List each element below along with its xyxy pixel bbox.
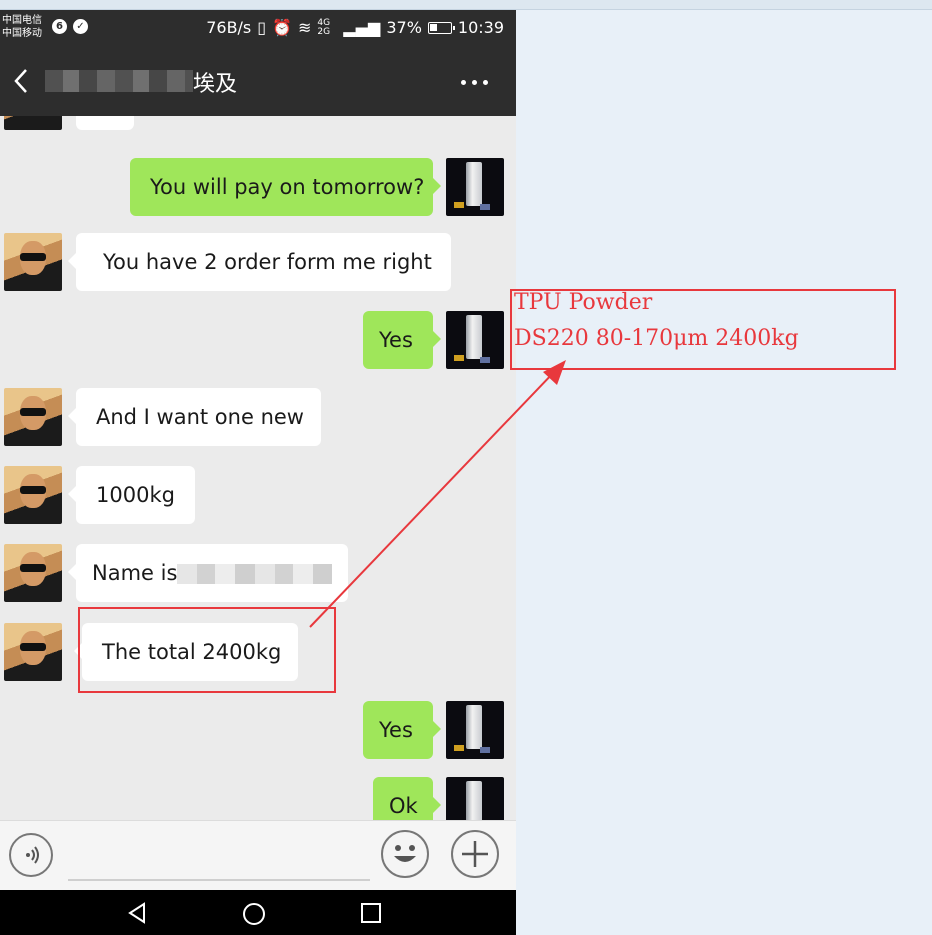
annotation-arrow [309, 360, 566, 628]
